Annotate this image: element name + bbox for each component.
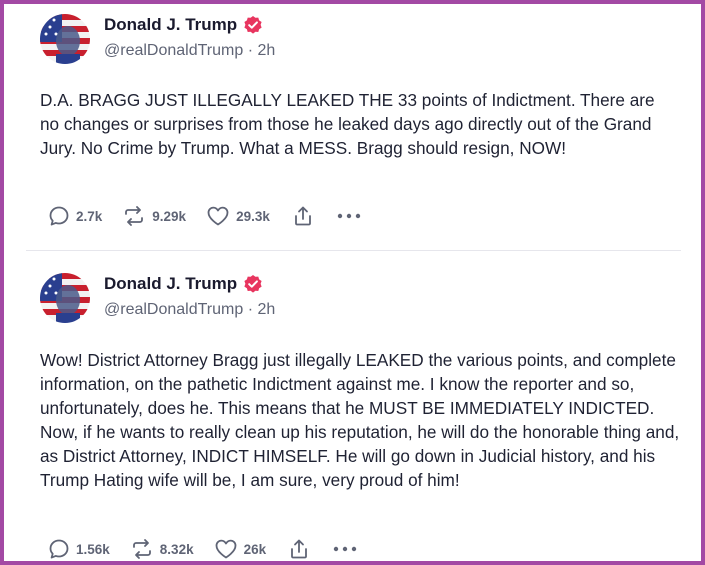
share-button[interactable] [288, 538, 310, 560]
like-button[interactable]: 26k [214, 538, 267, 560]
more-button[interactable] [332, 538, 358, 560]
like-count: 26k [243, 541, 267, 557]
author-handle[interactable]: @realDonaldTrump [104, 42, 243, 59]
heart-icon [215, 539, 236, 559]
separator-dot: · [247, 301, 258, 318]
author-name[interactable]: Donald J. Trump [104, 15, 263, 35]
author-name[interactable]: Donald J. Trump [104, 274, 263, 294]
retruth-button[interactable]: 9.29k [122, 205, 186, 227]
more-button[interactable] [336, 205, 362, 227]
repost-arrows-icon [125, 206, 144, 226]
feed-frame: Donald J. Trump @realDonaldTrump · 2h D.… [0, 0, 705, 565]
post-text: D.A. BRAGG JUST ILLEGALLY LEAKED THE 33 … [40, 90, 655, 158]
author-name-text[interactable]: Donald J. Trump [104, 15, 237, 35]
avatar[interactable] [40, 14, 90, 64]
post-time[interactable]: 2h [258, 301, 276, 318]
handle-line: @realDonaldTrump · 2h [104, 42, 275, 60]
share-upload-icon [291, 539, 308, 559]
more-dots-icon [337, 213, 361, 219]
post-1[interactable]: Donald J. Trump @realDonaldTrump · 2h D.… [4, 4, 701, 250]
reply-count: 1.56k [76, 541, 110, 557]
repost-arrows-icon [132, 539, 151, 559]
heart-icon [207, 206, 229, 226]
share-button[interactable] [292, 205, 314, 227]
like-button[interactable]: 29.3k [206, 205, 270, 227]
verified-badge-icon [243, 274, 263, 294]
author-name-text[interactable]: Donald J. Trump [104, 274, 237, 294]
like-count: 29.3k [236, 208, 270, 224]
action-bar: 2.7k 9.29k 29.3k [48, 205, 362, 227]
separator-dot: · [247, 42, 258, 59]
action-bar: 1.56k 8.32k 26k [48, 538, 358, 560]
retruth-count: 8.32k [159, 541, 194, 557]
retruth-count: 9.29k [152, 208, 187, 224]
reply-button[interactable]: 2.7k [48, 205, 102, 227]
reply-count: 2.7k [76, 208, 103, 224]
speech-bubble-icon [49, 539, 69, 559]
handle-line: @realDonaldTrump · 2h [104, 301, 275, 319]
post-time[interactable]: 2h [258, 42, 276, 59]
post-text: Wow! District Attorney Bragg just illega… [40, 350, 680, 490]
verified-badge-icon [243, 15, 263, 35]
speech-bubble-icon [49, 206, 69, 226]
avatar[interactable] [40, 273, 90, 323]
post-2[interactable]: Donald J. Trump @realDonaldTrump · 2h Wo… [4, 263, 701, 563]
reply-button[interactable]: 1.56k [48, 538, 110, 560]
retruth-button[interactable]: 8.32k [130, 538, 194, 560]
share-upload-icon [294, 206, 311, 226]
author-handle[interactable]: @realDonaldTrump [104, 301, 243, 318]
post-divider [26, 250, 681, 251]
more-dots-icon [333, 546, 357, 552]
